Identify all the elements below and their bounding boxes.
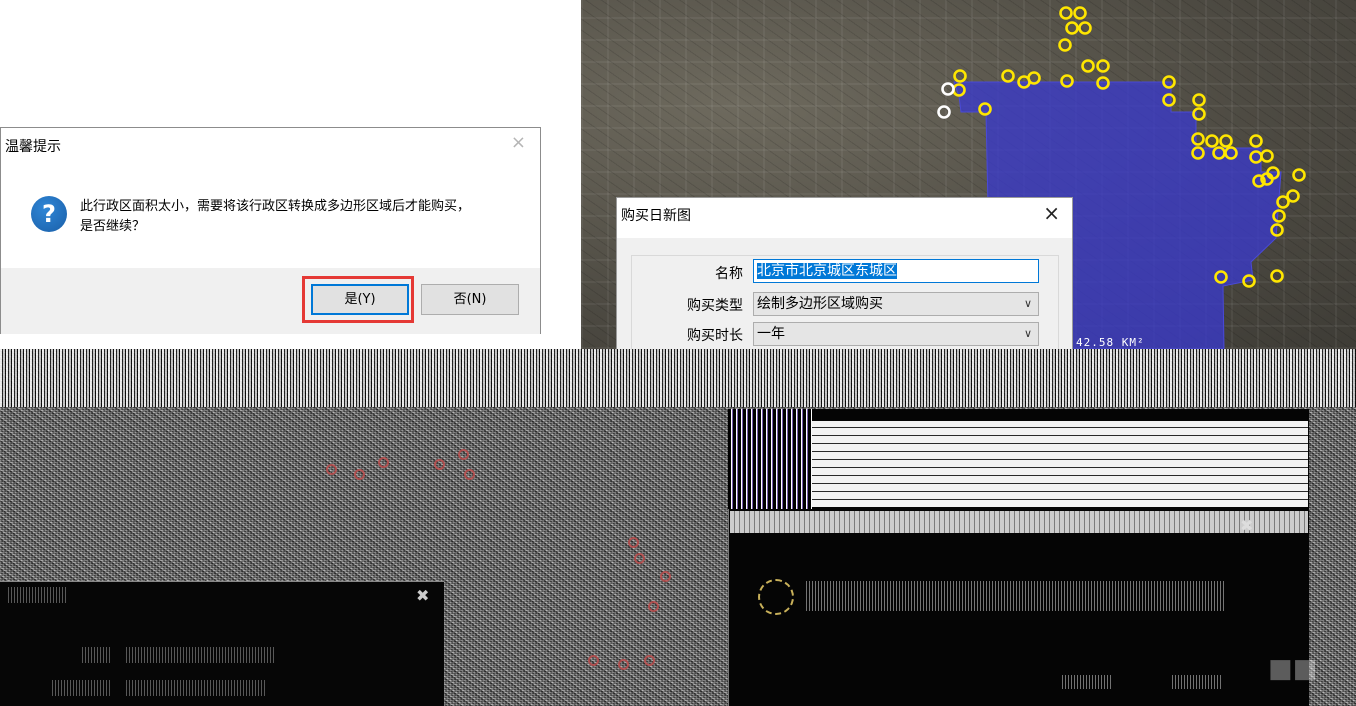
boundary-marker[interactable] [1205, 134, 1219, 148]
glitch-band [0, 349, 1356, 407]
boundary-marker[interactable] [1260, 149, 1274, 163]
boundary-marker[interactable] [1096, 59, 1110, 73]
boundary-marker[interactable] [1192, 93, 1206, 107]
ghost-marker [618, 659, 629, 670]
boundary-marker[interactable] [1292, 168, 1306, 182]
close-icon[interactable]: × [511, 132, 526, 153]
ghost-marker [644, 655, 655, 666]
ghost-question-icon [758, 579, 794, 615]
name-label: 名称 [715, 266, 743, 282]
boundary-marker[interactable] [1001, 69, 1015, 83]
ghost-close-icon: ✖ [1240, 516, 1254, 535]
confirm-message-line2: 是否继续？ [80, 219, 146, 234]
confirm-dialog-title: 温馨提示 [5, 139, 61, 155]
ghost-marker [326, 464, 337, 475]
boundary-marker[interactable] [1073, 6, 1087, 20]
ghost-marker [354, 469, 365, 480]
purchase-type-label: 购买类型 [687, 298, 743, 314]
chevron-down-icon: ∨ [1023, 327, 1032, 340]
scale-label: 42.58 KM² [1076, 336, 1145, 349]
boundary-marker[interactable] [941, 82, 955, 96]
purchase-type-value: 绘制多边形区域购买 [757, 296, 883, 312]
ghost-marker [628, 537, 639, 548]
ghost-close-icon: ✖ [416, 586, 430, 605]
ghost-message [806, 581, 1226, 611]
purchase-duration-select[interactable]: 一年 ∨ [753, 322, 1039, 346]
boundary-marker[interactable] [1059, 6, 1073, 20]
boundary-marker[interactable] [1078, 21, 1092, 35]
boundary-marker[interactable] [1081, 59, 1095, 73]
boundary-marker[interactable] [1065, 21, 1079, 35]
name-input[interactable]: 北京市北京城区东城区 [753, 259, 1039, 283]
glitch-bar [812, 421, 1308, 507]
purchase-duration-label: 购买时长 [687, 328, 743, 344]
screenshot-stage: 温馨提示 × ? 此行政区面积太小，需要将该行政区转换成多边形区域后才能购买， … [0, 0, 1356, 706]
ghost-marker [434, 459, 445, 470]
confirm-message: 此行政区面积太小，需要将该行政区转换成多边形区域后才能购买， 是否继续？ [80, 197, 470, 237]
ghost-marker [648, 601, 659, 612]
ghost-field [126, 680, 266, 696]
ghost-title [8, 587, 68, 603]
boundary-marker[interactable] [953, 69, 967, 83]
purchase-type-select[interactable]: 绘制多边形区域购买 ∨ [753, 292, 1039, 316]
boundary-marker[interactable] [1249, 134, 1263, 148]
ghost-marker [588, 655, 599, 666]
ghost-field [126, 647, 276, 663]
ghost-marker [634, 553, 645, 564]
corrupted-region: ✖ ✖ [0, 349, 1356, 706]
ghost-yes-button [1062, 675, 1112, 689]
boundary-marker[interactable] [937, 105, 951, 119]
purchase-dialog: 购买日新图 × 名称 北京市北京城区东城区 购买类型 绘制多边形区域购买 ∨ 购… [616, 197, 1073, 349]
boundary-marker[interactable] [1058, 38, 1072, 52]
boundary-marker[interactable] [1219, 134, 1233, 148]
glitch-stripes [728, 409, 812, 509]
question-icon: ? [31, 196, 67, 232]
ghost-marker [378, 457, 389, 468]
ghost-marker [458, 449, 469, 460]
ghost-marker [464, 469, 475, 480]
glitch-dialog-title-ghost [730, 511, 1308, 533]
ghost-label [52, 680, 112, 696]
purchase-duration-value: 一年 [757, 326, 785, 342]
close-icon[interactable]: × [1043, 201, 1060, 225]
chevron-down-icon: ∨ [1023, 297, 1032, 310]
confirm-dialog: 温馨提示 × ? 此行政区面积太小，需要将该行政区转换成多边形区域后才能购买， … [0, 127, 541, 334]
ghost-label [82, 647, 112, 663]
no-button[interactable]: 否(N) [421, 284, 519, 315]
boundary-marker[interactable] [1270, 269, 1284, 283]
confirm-message-line1: 此行政区面积太小，需要将该行政区转换成多边形区域后才能购买， [80, 199, 471, 214]
name-input-value: 北京市北京城区东城区 [757, 263, 897, 279]
ghost-no-button [1172, 675, 1222, 689]
ghost-marker [660, 571, 671, 582]
purchase-dialog-title: 购买日新图 [621, 208, 691, 224]
watermark-logo: ■■ [1268, 654, 1318, 684]
yes-button-highlight [302, 276, 414, 323]
